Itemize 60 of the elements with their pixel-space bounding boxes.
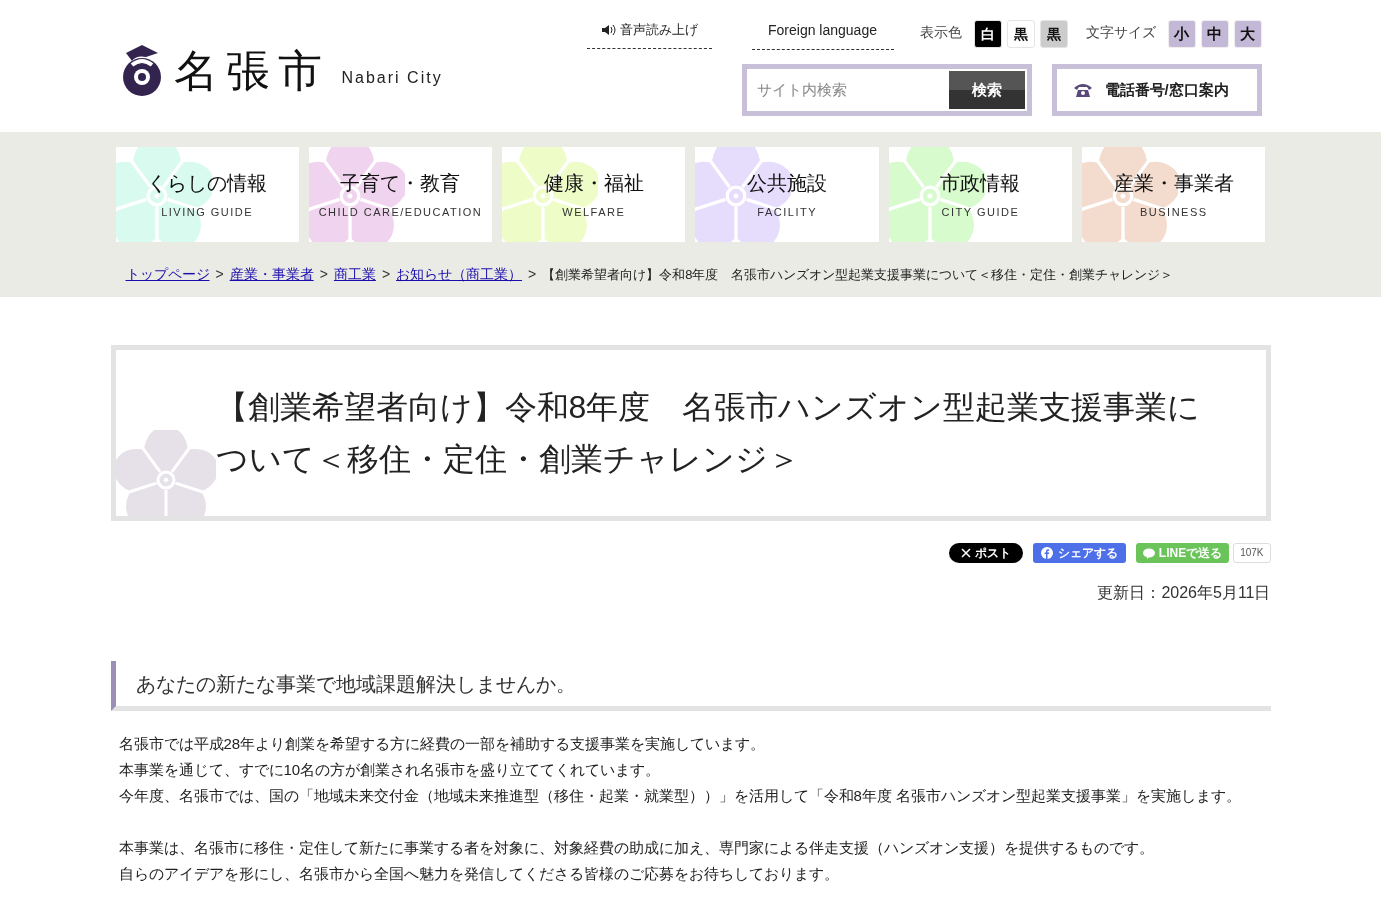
nav-tile[interactable]: 市政情報 CITY GUIDE — [888, 147, 1073, 242]
nav-sublabel: CITY GUIDE — [941, 205, 1020, 221]
nav-tile[interactable]: 健康・福祉 WELFARE — [502, 147, 686, 242]
nav-label: 健康・福祉 — [543, 171, 644, 197]
breadcrumb-separator: > — [528, 265, 537, 284]
nav-sublabel: WELFARE — [562, 205, 626, 221]
breadcrumb-separator: > — [381, 265, 391, 284]
body-text: 本事業は、名張市に移住・定住して新たに事業する者を対象に、対象経費の助成に加え、専門家による伴走支援（ハンズオン支援）を提供するものです。 — [118, 838, 1155, 858]
body-text: 名張市では平成28年より創業を希望する方に経費の一部を補助する支援事業を実施しています。 — [118, 734, 767, 754]
x-logo-icon — [960, 548, 971, 558]
display-color-button[interactable]: 黒 — [1006, 20, 1035, 48]
post-button[interactable]: ポスト — [948, 543, 1023, 563]
breadcrumb-separator: > — [319, 265, 328, 284]
contact-button[interactable]: 電話番号/窓口案内 — [1051, 64, 1262, 116]
nav-label: 市政情報 — [940, 171, 1021, 197]
search-field[interactable]: サイト内検索 検索 — [741, 64, 1032, 116]
font-size-label: 文字サイズ — [1085, 23, 1156, 42]
speech-bubble-icon — [1142, 547, 1155, 559]
foreign-language-link[interactable]: Foreign language — [751, 20, 894, 50]
display-color-button[interactable]: 白 — [973, 20, 1002, 48]
nav-label: 産業・事業者 — [1113, 171, 1234, 197]
nav-sublabel: BUSINESS — [1140, 205, 1208, 221]
nav-tile[interactable]: 公共施設 FACILITY — [695, 147, 879, 242]
breadcrumb-link[interactable]: 商工業 — [333, 264, 376, 285]
breadcrumb-current: 【創業希望者向け】令和8年度 名張市ハンズオン型起業支援事業について＜移住・定住・創業チャレンジ＞ — [542, 265, 1174, 284]
nav-label: 子育て・教育 — [340, 171, 461, 197]
font-size-button[interactable]: 小 — [1167, 20, 1196, 48]
body-text: 今年度、名張市では、国の「地域未来交付金（地域未来推進型（移住・起業・就業型））」を活用して「令和8年度 名張市ハンズオン型起業支援事業」を実施します。 — [118, 786, 1242, 806]
flower-icon — [115, 430, 216, 516]
breadcrumb-link[interactable]: お知らせ（商工業） — [396, 264, 523, 285]
display-color-button[interactable]: 黒 — [1039, 20, 1068, 48]
phone-icon — [1072, 82, 1093, 98]
body-text: 本事業を通じて、すでに10名の方が創業され名張市を盛り立ててくれています。 — [118, 760, 662, 780]
logo-icon — [121, 43, 162, 99]
nav-tile[interactable]: くらしの情報 LIVING GUIDE — [115, 147, 299, 242]
nav-label: 公共施設 — [747, 171, 828, 197]
logo-subtitle: Nabari City — [341, 68, 443, 88]
voice-link[interactable]: 音声読み上げ — [586, 20, 712, 49]
body-text: 自らのアイデアを形にし、名張市から全国へ魅力を発信してくださる皆様のご応募をお待ちしております。 — [118, 864, 840, 884]
breadcrumb-link[interactable]: 産業・事業者 — [229, 264, 314, 285]
nav-sublabel: LIVING GUIDE — [161, 205, 254, 221]
nav-tile[interactable]: 産業・事業者 BUSINESS — [1082, 147, 1266, 242]
nav-label: くらしの情報 — [147, 171, 268, 197]
facebook-icon — [1040, 547, 1053, 559]
section-heading: あなたの新たな事業で地域課題解決しませんか。 — [135, 671, 576, 697]
font-size-button[interactable]: 中 — [1200, 20, 1229, 48]
logo-text: 名張市 — [173, 45, 330, 97]
share-button[interactable]: シェアする — [1032, 543, 1126, 563]
updated-date: 更新日：2026年5月11日 — [1096, 583, 1271, 603]
search-button[interactable]: 検索 — [948, 71, 1025, 109]
breadcrumb-separator: > — [215, 265, 224, 284]
page-title: 【創業希望者向け】令和8年度 名張市ハンズオン型起業支援事業について＜移住・定住・創業チャレンジ＞ — [215, 388, 1202, 479]
share-count: 107K — [1233, 543, 1271, 563]
nav-sublabel: FACILITY — [757, 205, 817, 221]
nav-sublabel: CHILD CARE/EDUCATION — [318, 205, 483, 221]
nav-tile[interactable]: 子育て・教育 CHILD CARE/EDUCATION — [308, 147, 493, 242]
display-color-label: 表示色 — [919, 23, 962, 42]
breadcrumb-link[interactable]: トップページ — [125, 264, 210, 285]
speaker-icon — [600, 23, 617, 36]
font-size-button[interactable]: 大 — [1233, 20, 1262, 48]
